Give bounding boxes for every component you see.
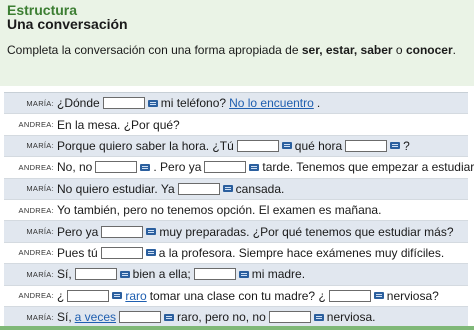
speaker-label: MARÍA: bbox=[26, 312, 54, 322]
dialogue-row: MARÍA: No quiero estudiar. Ya cansada. bbox=[4, 178, 468, 200]
dialogue-text: a la profesora. Siempre hace exámenes mu… bbox=[158, 245, 445, 260]
dialogue-row: MARÍA: Sí, bien a ella; mi madre. bbox=[4, 264, 468, 286]
filled-answer-link[interactable]: a veces bbox=[75, 310, 116, 324]
instruction-keyword: conocer bbox=[405, 43, 453, 57]
dialogue-text: bien a ella; bbox=[132, 267, 191, 282]
keyboard-icon[interactable] bbox=[313, 313, 324, 321]
dialogue-line: No quiero estudiar. Ya cansada. bbox=[57, 182, 287, 196]
dialogue-line: ¿ raro tomar una clase con tu madre? ¿ nerv… bbox=[57, 289, 442, 303]
answer-blank-input[interactable] bbox=[67, 289, 110, 302]
answer-blank-input[interactable] bbox=[74, 268, 117, 281]
dialogue-text: nerviosa? bbox=[386, 288, 439, 303]
speaker-label: ANDREA: bbox=[18, 120, 54, 130]
instruction-text: o bbox=[392, 43, 406, 57]
dialogue-row: ANDREA: ¿ raro tomar una clase con tu madre… bbox=[4, 285, 468, 307]
filled-answer-link[interactable]: raro bbox=[125, 289, 146, 303]
instruction-keyword: ser, estar, saber bbox=[301, 43, 393, 57]
filled-answer-link[interactable]: No lo encuentro bbox=[229, 96, 314, 110]
footer-divider bbox=[0, 326, 474, 330]
speaker-label: MARÍA: bbox=[26, 184, 54, 194]
keyboard-icon[interactable] bbox=[281, 142, 292, 150]
dialogue-row: ANDREA: En la mesa. ¿Por qué? bbox=[4, 114, 468, 136]
dialogue-text: No quiero estudiar. Ya bbox=[57, 181, 175, 196]
dialogue-line: Yo también, pero no tenemos opción. El e… bbox=[57, 203, 384, 217]
dialogue-line: En la mesa. ¿Por qué? bbox=[57, 118, 183, 132]
dialogue-line: Pero ya muy preparadas. ¿Por qué tenemos … bbox=[57, 225, 457, 239]
exercise-header: Estructura Una conversación Completa la … bbox=[0, 0, 474, 86]
answer-blank-input[interactable] bbox=[102, 97, 145, 110]
dialogue-line: No, no . Pero ya tarde. Tenemos que empeza… bbox=[57, 160, 474, 174]
dialogue-text: ¿Dónde bbox=[57, 96, 100, 111]
speaker-label: ANDREA: bbox=[18, 205, 54, 215]
dialogue-text: Pues tú bbox=[57, 245, 98, 260]
keyboard-icon[interactable] bbox=[147, 99, 158, 107]
instruction-text: . bbox=[452, 43, 456, 57]
speaker-label: MARÍA: bbox=[26, 269, 54, 279]
answer-blank-input[interactable] bbox=[345, 139, 388, 152]
answer-blank-input[interactable] bbox=[204, 161, 247, 174]
answer-blank-input[interactable] bbox=[101, 225, 144, 238]
dialogue-text: Porque quiero saber la hora. ¿Tú bbox=[57, 138, 234, 153]
dialogue-text: No, no bbox=[57, 160, 93, 175]
speaker-label: ANDREA: bbox=[18, 291, 54, 301]
keyboard-icon[interactable] bbox=[238, 270, 249, 278]
keyboard-icon[interactable] bbox=[164, 313, 175, 321]
dialogue-text: ¿ bbox=[57, 288, 65, 303]
answer-blank-input[interactable] bbox=[177, 182, 220, 195]
keyboard-icon[interactable] bbox=[222, 185, 233, 193]
keyboard-icon[interactable] bbox=[249, 163, 260, 171]
speaker-label: MARÍA: bbox=[26, 98, 54, 108]
dialogue-line: Porque quiero saber la hora. ¿Tú qué hora… bbox=[57, 139, 413, 153]
dialogue-row: MARÍA: Porque quiero saber la hora. ¿Tú qu… bbox=[4, 135, 468, 158]
dialogue-row: ANDREA: Pues tú a la profesora. Siempre ha… bbox=[4, 242, 468, 265]
speaker-label: ANDREA: bbox=[18, 162, 54, 172]
keyboard-icon[interactable] bbox=[145, 249, 156, 257]
answer-blank-input[interactable] bbox=[193, 268, 236, 281]
answer-blank-input[interactable] bbox=[119, 311, 162, 324]
dialogue-text: Sí, bbox=[57, 310, 72, 325]
dialogue-text: . Pero ya bbox=[153, 160, 202, 175]
answer-blank-input[interactable] bbox=[328, 289, 371, 302]
answer-blank-input[interactable] bbox=[236, 139, 279, 152]
exercise-subtitle: Una conversación bbox=[7, 16, 128, 32]
dialogue-text: mi teléfono? bbox=[160, 96, 227, 111]
dialogue-text: muy preparadas. ¿Por qué tenemos que est… bbox=[159, 224, 454, 239]
dialogue-row: ANDREA: No, no . Pero ya tarde. Tenemos que… bbox=[4, 157, 474, 179]
keyboard-icon[interactable] bbox=[373, 292, 384, 300]
dialogue-text: cansada. bbox=[235, 181, 285, 196]
dialogue-line: Sí, a veces raro, pero no, no nerviosa. bbox=[57, 310, 378, 324]
dialogue-text: mi madre. bbox=[251, 267, 306, 282]
speaker-label: MARÍA: bbox=[26, 227, 54, 237]
dialogue-line: Sí, bien a ella; mi madre. bbox=[57, 267, 308, 281]
dialogue-text: . bbox=[316, 96, 321, 111]
dialogue-row: MARÍA: ¿Dónde mi teléfono? No lo encuentro. bbox=[4, 93, 468, 115]
dialogue-text: tarde. Tenemos que empezar a estudiar. bbox=[262, 160, 474, 175]
answer-blank-input[interactable] bbox=[100, 246, 143, 259]
answer-blank-input[interactable] bbox=[268, 311, 311, 324]
dialogue-text: Sí, bbox=[57, 267, 72, 282]
dialogue-text: qué hora bbox=[294, 138, 343, 153]
dialogue-row: ANDREA: Yo también, pero no tenemos opció… bbox=[4, 199, 468, 222]
dialogue-text: nerviosa. bbox=[326, 310, 376, 325]
dialogue-text: En la mesa. ¿Por qué? bbox=[57, 117, 180, 132]
dialogue-text: ? bbox=[403, 138, 410, 153]
keyboard-icon[interactable] bbox=[390, 142, 401, 150]
keyboard-icon[interactable] bbox=[112, 292, 123, 300]
instructions: Completa la conversación con una forma a… bbox=[7, 43, 456, 57]
keyboard-icon[interactable] bbox=[140, 163, 151, 171]
dialogue-line: Pues tú a la profesora. Siempre hace exám… bbox=[57, 246, 447, 260]
dialogue-line: ¿Dónde mi teléfono? No lo encuentro. bbox=[57, 96, 323, 110]
answer-blank-input[interactable] bbox=[95, 161, 138, 174]
dialogue-text: Pero ya bbox=[57, 224, 99, 239]
dialogue-row: MARÍA: Pero ya muy preparadas. ¿Por qué te… bbox=[4, 221, 468, 243]
instruction-text: Completa la conversación con una forma a… bbox=[7, 43, 302, 57]
dialogue-text: Yo también, pero no tenemos opción. El e… bbox=[57, 203, 382, 218]
dialogue-text: tomar una clase con tu madre? ¿ bbox=[149, 288, 326, 303]
speaker-label: MARÍA: bbox=[26, 141, 54, 151]
speaker-label: ANDREA: bbox=[18, 248, 54, 258]
keyboard-icon[interactable] bbox=[119, 270, 130, 278]
keyboard-icon[interactable] bbox=[146, 228, 157, 236]
dialogue-text: raro, pero no, no bbox=[177, 310, 266, 325]
dialogue-table: MARÍA: ¿Dónde mi teléfono? No lo encuentro.… bbox=[4, 92, 474, 329]
